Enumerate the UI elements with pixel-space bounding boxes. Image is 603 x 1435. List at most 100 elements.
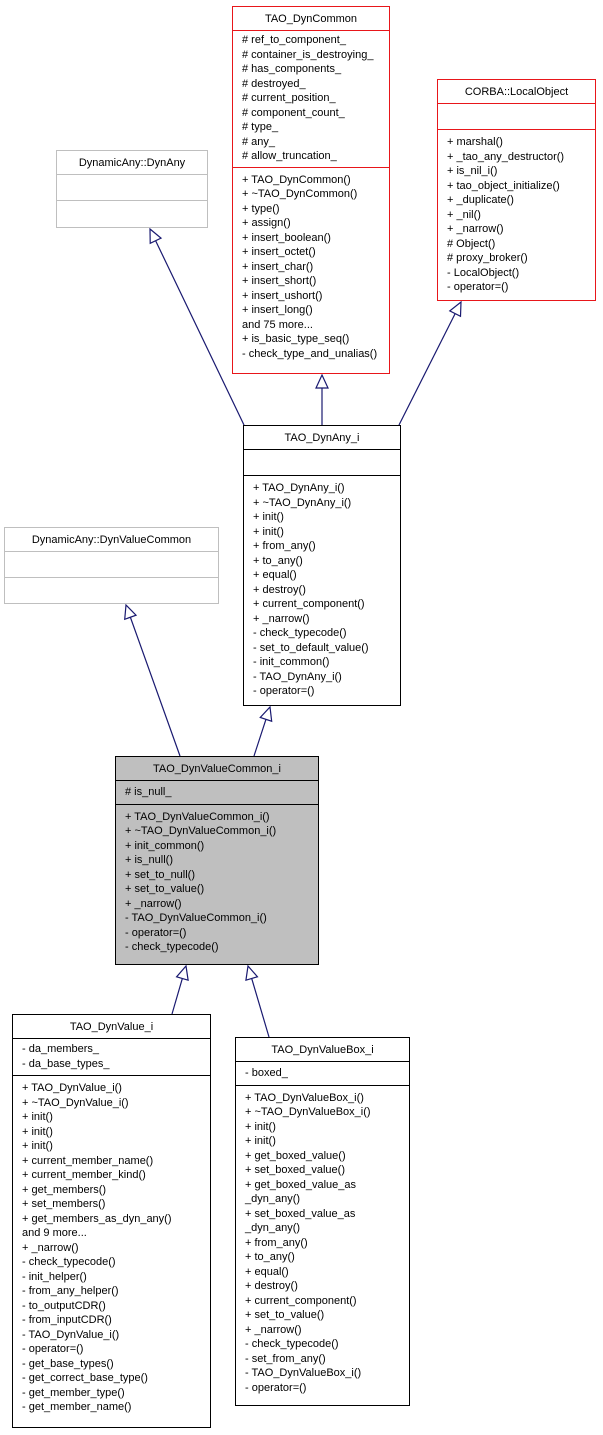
class-member[interactable]: + get_boxed_value() xyxy=(245,1149,402,1164)
class-member[interactable]: + set_boxed_value() xyxy=(245,1163,402,1178)
class-member[interactable]: # destroyed_ xyxy=(242,77,382,92)
class-member[interactable]: - set_from_any() xyxy=(245,1352,402,1367)
class-member[interactable]: + _narrow() xyxy=(22,1241,203,1256)
class-member[interactable]: + is_nil_i() xyxy=(447,164,588,179)
class-member[interactable]: - check_typecode() xyxy=(245,1337,402,1352)
class-member[interactable]: - TAO_DynValue_i() xyxy=(22,1328,203,1343)
class-member[interactable]: + equal() xyxy=(245,1265,402,1280)
class-member[interactable]: - from_any_helper() xyxy=(22,1284,203,1299)
class-member[interactable]: + is_null() xyxy=(125,853,311,868)
class-member[interactable]: and 9 more... xyxy=(22,1226,203,1241)
class-member[interactable]: # allow_truncation_ xyxy=(242,149,382,164)
class-member[interactable]: + _narrow() xyxy=(447,222,588,237)
class-member[interactable]: + TAO_DynValue_i() xyxy=(22,1081,203,1096)
class-member[interactable]: + ~TAO_DynValueCommon_i() xyxy=(125,824,311,839)
class-member[interactable]: # proxy_broker() xyxy=(447,251,588,266)
class-member[interactable]: + set_members() xyxy=(22,1197,203,1212)
class-member[interactable]: # any_ xyxy=(242,135,382,150)
class-member[interactable]: + set_to_value() xyxy=(125,882,311,897)
class-box-tao-dynany-i[interactable]: TAO_DynAny_i + TAO_DynAny_i() + ~TAO_DynA… xyxy=(243,425,401,706)
class-member[interactable]: # is_null_ xyxy=(125,785,311,800)
class-member[interactable]: # type_ xyxy=(242,120,382,135)
class-member[interactable]: + get_boxed_value_as xyxy=(245,1178,402,1193)
class-member[interactable]: - check_typecode() xyxy=(253,626,393,641)
class-box-tao-dynvaluebox-i[interactable]: TAO_DynValueBox_i - boxed_ + TAO_DynValu… xyxy=(235,1037,410,1406)
class-member[interactable]: + current_member_name() xyxy=(22,1154,203,1169)
class-member[interactable]: + init() xyxy=(245,1120,402,1135)
class-member[interactable]: + from_any() xyxy=(245,1236,402,1251)
class-member[interactable]: # ref_to_component_ xyxy=(242,33,382,48)
class-member[interactable]: + init() xyxy=(253,510,393,525)
class-member[interactable]: # current_position_ xyxy=(242,91,382,106)
class-member[interactable]: + init_common() xyxy=(125,839,311,854)
class-member[interactable]: + TAO_DynAny_i() xyxy=(253,481,393,496)
class-member[interactable]: # Object() xyxy=(447,237,588,252)
class-member[interactable]: - operator=() xyxy=(253,684,393,699)
class-member[interactable]: + type() xyxy=(242,202,382,217)
class-member[interactable]: - da_base_types_ xyxy=(22,1057,203,1072)
class-member[interactable]: + current_component() xyxy=(253,597,393,612)
class-member[interactable]: - from_inputCDR() xyxy=(22,1313,203,1328)
class-member[interactable]: _dyn_any() xyxy=(245,1192,402,1207)
class-member[interactable]: and 75 more... xyxy=(242,318,382,333)
class-member[interactable]: + get_members() xyxy=(22,1183,203,1198)
class-member[interactable]: + is_basic_type_seq() xyxy=(242,332,382,347)
class-member[interactable]: + set_to_null() xyxy=(125,868,311,883)
class-member[interactable]: + _narrow() xyxy=(245,1323,402,1338)
class-member[interactable]: + TAO_DynValueCommon_i() xyxy=(125,810,311,825)
class-member[interactable]: - get_member_type() xyxy=(22,1386,203,1401)
class-member[interactable]: - set_to_default_value() xyxy=(253,641,393,656)
class-member[interactable]: - TAO_DynValueBox_i() xyxy=(245,1366,402,1381)
class-member[interactable]: - boxed_ xyxy=(245,1066,402,1081)
class-member[interactable]: _dyn_any() xyxy=(245,1221,402,1236)
class-member[interactable]: + init() xyxy=(22,1110,203,1125)
class-member[interactable]: - get_member_name() xyxy=(22,1400,203,1415)
class-member[interactable]: + _tao_any_destructor() xyxy=(447,150,588,165)
class-member[interactable]: + get_members_as_dyn_any() xyxy=(22,1212,203,1227)
class-member[interactable]: + init() xyxy=(22,1125,203,1140)
class-member[interactable]: + TAO_DynCommon() xyxy=(242,173,382,188)
class-box-dynamicany-dynany[interactable]: DynamicAny::DynAny xyxy=(56,150,208,228)
class-member[interactable]: + current_component() xyxy=(245,1294,402,1309)
class-member[interactable]: + insert_long() xyxy=(242,303,382,318)
class-member[interactable]: + ~TAO_DynCommon() xyxy=(242,187,382,202)
class-member[interactable]: + _nil() xyxy=(447,208,588,223)
class-member[interactable]: # component_count_ xyxy=(242,106,382,121)
class-member[interactable]: - init_common() xyxy=(253,655,393,670)
class-member[interactable]: - operator=() xyxy=(245,1381,402,1396)
class-member[interactable]: + current_member_kind() xyxy=(22,1168,203,1183)
class-member[interactable]: + to_any() xyxy=(253,554,393,569)
class-member[interactable]: + insert_boolean() xyxy=(242,231,382,246)
class-member[interactable]: + assign() xyxy=(242,216,382,231)
class-member[interactable]: - check_typecode() xyxy=(125,940,311,955)
class-member[interactable]: - check_type_and_unalias() xyxy=(242,347,382,362)
class-member[interactable]: - operator=() xyxy=(22,1342,203,1357)
class-member[interactable]: + TAO_DynValueBox_i() xyxy=(245,1091,402,1106)
class-box-tao-dyncommon[interactable]: TAO_DynCommon # ref_to_component_ # conta… xyxy=(232,6,390,374)
class-box-tao-dynvalue-i[interactable]: TAO_DynValue_i - da_members_ - da_base_ty… xyxy=(12,1014,211,1428)
class-member[interactable]: - operator=() xyxy=(125,926,311,941)
class-member[interactable]: + _narrow() xyxy=(125,897,311,912)
class-member[interactable]: + init() xyxy=(253,525,393,540)
class-member[interactable]: # container_is_destroying_ xyxy=(242,48,382,63)
class-member[interactable]: + ~TAO_DynValue_i() xyxy=(22,1096,203,1111)
class-member[interactable]: + _duplicate() xyxy=(447,193,588,208)
class-member[interactable]: + init() xyxy=(245,1134,402,1149)
class-box-dynamicany-dynvaluecommon[interactable]: DynamicAny::DynValueCommon xyxy=(4,527,219,604)
class-box-corba-localobject[interactable]: CORBA::LocalObject + marshal() + _tao_any… xyxy=(437,79,596,301)
class-member[interactable]: + insert_octet() xyxy=(242,245,382,260)
class-member[interactable]: + insert_ushort() xyxy=(242,289,382,304)
class-member[interactable]: + marshal() xyxy=(447,135,588,150)
class-member[interactable]: + destroy() xyxy=(253,583,393,598)
class-member[interactable]: - check_typecode() xyxy=(22,1255,203,1270)
class-member[interactable]: + init() xyxy=(22,1139,203,1154)
class-member[interactable]: - operator=() xyxy=(447,280,588,295)
class-member[interactable]: - TAO_DynValueCommon_i() xyxy=(125,911,311,926)
class-member[interactable]: + equal() xyxy=(253,568,393,583)
class-box-tao-dynvaluecommon-i[interactable]: TAO_DynValueCommon_i # is_null_ + TAO_Dy… xyxy=(115,756,319,965)
class-member[interactable]: + ~TAO_DynValueBox_i() xyxy=(245,1105,402,1120)
class-member[interactable]: + insert_char() xyxy=(242,260,382,275)
class-member[interactable]: - da_members_ xyxy=(22,1042,203,1057)
class-member[interactable]: + to_any() xyxy=(245,1250,402,1265)
class-member[interactable]: + destroy() xyxy=(245,1279,402,1294)
